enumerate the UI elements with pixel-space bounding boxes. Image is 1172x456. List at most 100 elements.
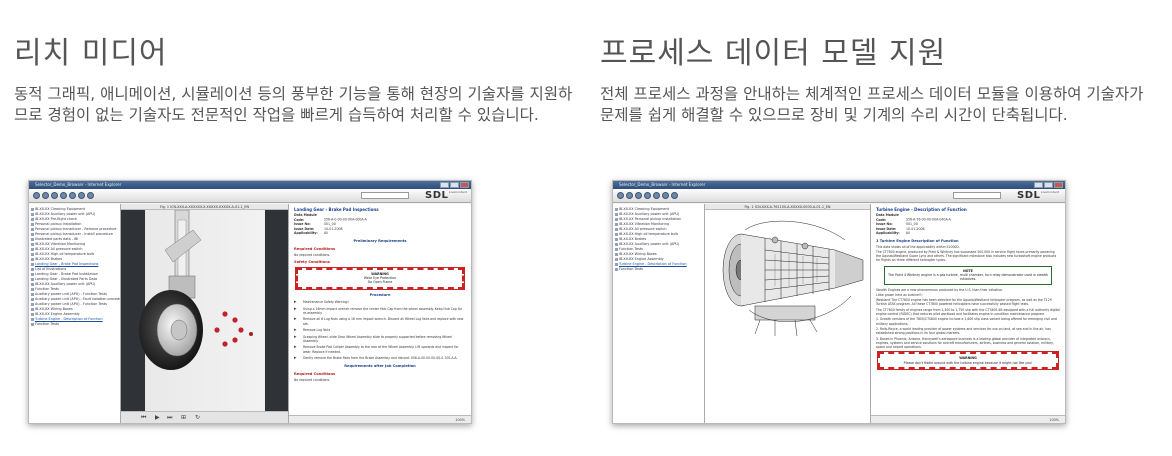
document-icon — [31, 247, 34, 251]
step-text: Maintenance Safety Warning! — [303, 299, 349, 304]
prelim-heading: Preliminary Requirements — [353, 238, 407, 243]
step-arrow-icon: ▸ — [294, 355, 297, 362]
meta-value: 001_00 — [324, 222, 336, 226]
maximize-icon[interactable] — [450, 182, 459, 188]
procedure-heading: Procedure — [369, 292, 391, 297]
tree-item-label: Landing Gear - Brake Pad Installation — [35, 272, 98, 276]
logo-subtitle: LiveContent — [1041, 190, 1060, 194]
tree-item[interactable]: Function Tests — [31, 322, 118, 327]
window-titlebar: Selector_Demo_Browser - Internet Explore… — [613, 181, 1065, 189]
figure-pane: Fig. 1 ICN-XXX-A-761100-A-XXXXX-0000-A-0… — [705, 204, 871, 423]
search-input[interactable] — [361, 192, 409, 199]
settings-icon[interactable] — [671, 192, 678, 199]
figure-controls: ⏮ ▶ ⏭ ⊞ ↻ — [121, 411, 288, 423]
step-arrow-icon: ▸ — [294, 344, 297, 351]
first-frame-icon[interactable]: ⏮ — [141, 415, 146, 421]
tree-item-label: IB-XX-XX Personal pickup installation — [619, 217, 682, 221]
tree-item-label: Personal pickup transducer - Remove proc… — [35, 227, 117, 231]
step-arrow-icon: ▸ — [294, 298, 297, 305]
home-icon[interactable] — [635, 192, 642, 199]
forward-icon[interactable] — [626, 192, 633, 199]
doc-list-item: 1. Growth versions of the T800/CTS800 en… — [876, 317, 1057, 326]
print-icon[interactable] — [69, 192, 76, 199]
fit-icon[interactable]: ⊞ — [181, 415, 186, 421]
bookmark-icon[interactable] — [662, 192, 669, 199]
close-icon[interactable] — [1054, 182, 1063, 188]
step-text: Remove all 6 Lug Nuts using a 16 mm impa… — [303, 317, 464, 326]
tree-item-label: Auxiliary power unit (APU) - Function Te… — [35, 302, 107, 306]
document-icon — [31, 307, 34, 311]
document-icon — [615, 232, 618, 236]
next-frame-icon[interactable]: ⏭ — [167, 415, 172, 421]
document-icon — [31, 302, 34, 306]
procedure-step: ▸ Remove all 6 Lug Nuts using a 16 mm imp… — [294, 317, 466, 326]
meta-key: Data Module Code: — [294, 213, 317, 222]
sdl-logo: SDL — [1017, 190, 1041, 201]
document-icon — [31, 272, 34, 276]
maximize-icon[interactable] — [1044, 182, 1053, 188]
print-icon[interactable] — [653, 192, 660, 199]
document-icon — [31, 207, 34, 211]
document-icon — [31, 317, 34, 321]
close-icon[interactable] — [460, 182, 469, 188]
minimize-icon[interactable] — [1034, 182, 1043, 188]
step-arrow-icon: ▸ — [294, 316, 297, 323]
document-icon — [615, 267, 618, 271]
required-conditions-heading: Required Conditions — [294, 246, 336, 251]
toc-tree: IB-XX-XX Cleaning Equipment IB-XX-XX Auxi… — [29, 204, 121, 423]
document-icon — [31, 292, 34, 296]
document-icon — [31, 297, 34, 301]
search-input[interactable] — [953, 192, 1001, 199]
reset-icon[interactable]: ↻ — [195, 415, 200, 421]
document-pane: Turbine Engine - Description of Function… — [871, 204, 1065, 423]
search-icon[interactable] — [644, 192, 651, 199]
status-bar: 100% — [871, 415, 1065, 423]
meta-value: 10-01-2008 — [906, 226, 925, 231]
document-icon — [615, 237, 618, 241]
doc-paragraph: Westland The CT7800 engine has been sele… — [876, 298, 1052, 307]
minimize-icon[interactable] — [440, 182, 449, 188]
tree-item[interactable]: Function Tests — [615, 267, 702, 272]
document-icon — [31, 267, 34, 271]
forward-icon[interactable] — [42, 192, 49, 199]
tree-item-label: IB-XX-XX Cleaning Equipment — [619, 207, 669, 211]
doc-paragraph: Little grown here as turbine!!! — [876, 292, 923, 297]
home-icon[interactable] — [51, 192, 58, 199]
tree-item-label: IB-XX-XX Vibration Monitoring — [35, 242, 86, 246]
document-icon — [31, 262, 34, 266]
app-toolbar: SDL LiveContent — [29, 189, 471, 203]
settings-icon[interactable] — [87, 192, 94, 199]
doc-paragraph: This data shows all of the applicability… — [876, 244, 960, 249]
step-arrow-icon: ▸ — [294, 305, 297, 312]
app-screenshot: Selector_Demo_Browser - Internet Explore… — [28, 180, 472, 424]
zoom-level[interactable]: 100% — [455, 417, 465, 423]
tree-item-label: Auxiliary power unit (APU) - Function Te… — [35, 292, 107, 296]
step-text: Gently remove the Brake Pads from the Br… — [303, 356, 458, 361]
tree-item-label: Landing Gear - Illustrated Parts Data — [35, 277, 98, 281]
back-icon[interactable] — [33, 192, 40, 199]
meta-row: Applicability: All — [294, 231, 466, 236]
safety-heading: Safety Conditions — [294, 259, 330, 264]
tree-item-label: IB-XX-XX Wiring Boxes — [35, 307, 73, 311]
document-icon — [31, 252, 34, 256]
play-icon[interactable]: ▶ — [155, 415, 160, 421]
section-heading: 프로세스 데이터 모델 지원 — [600, 36, 947, 71]
required-conditions-heading-2: Required Conditions — [294, 372, 336, 377]
doc-list-item: 3. Based in Phoenix, Arizona, Honeywell'… — [876, 336, 1054, 350]
document-icon — [31, 222, 34, 226]
bookmark-icon[interactable] — [78, 192, 85, 199]
status-bar: 100% — [289, 415, 471, 423]
meta-row: Applicability: All — [876, 231, 1060, 236]
document-icon — [31, 242, 34, 246]
meta-row: Data Module Code: S56-A-76-00-00-00A-040A… — [876, 213, 1060, 222]
tree-item-label: Function Tests — [619, 247, 643, 251]
figure-pane: Fig. 1 ICN-XXX-A-XXXXXX-X-XXXXX-XXXXX-A-… — [121, 204, 289, 423]
procedure-step: ▸ Maintenance Safety Warning! — [294, 298, 466, 305]
warning-line: Do Open Flame — [367, 280, 393, 285]
tree-item-label: IB-XX-XX Brakes — [619, 237, 647, 241]
meta-key: Applicability: — [876, 231, 900, 235]
document-icon — [615, 217, 618, 221]
back-icon[interactable] — [617, 192, 624, 199]
zoom-level[interactable]: 100% — [1049, 417, 1059, 423]
search-icon[interactable] — [60, 192, 67, 199]
